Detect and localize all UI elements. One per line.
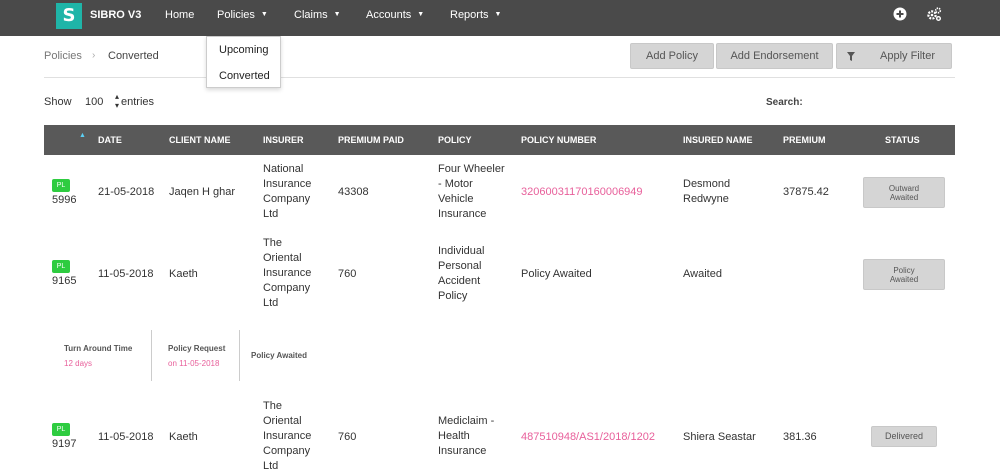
row-policy: Four Wheeler - Motor Vehicle Insurance [438, 163, 505, 220]
row-policy: Individual Personal Accident Policy [438, 245, 485, 302]
policy-awaited-step: Policy Awaited [251, 351, 308, 360]
row-policy-number-link[interactable]: 487510948/AS1/2018/1202 [521, 430, 655, 445]
apply-filter-button[interactable]: Apply Filter [836, 43, 952, 69]
settings-gears-icon[interactable] [926, 6, 942, 22]
top-navbar: S SIBRO V3 Home Policies ▼ Claims ▼ Accoun… [0, 0, 1000, 36]
col-insurer[interactable]: INSURER [263, 135, 304, 145]
pl-badge: PL [52, 423, 70, 436]
nav-accounts-label: Accounts [366, 9, 412, 21]
entries-select[interactable]: 100 [85, 96, 103, 108]
row-insured-name: Shiera Seastar [683, 431, 756, 443]
timeline-divider [239, 330, 240, 381]
nav-claims[interactable]: Claims ▼ [294, 9, 341, 21]
breadcrumb-policies[interactable]: Policies [44, 50, 82, 62]
status-line: Outward [888, 183, 920, 193]
nav-home-label: Home [165, 9, 195, 21]
status-button-outward-awaited[interactable]: Outward Awaited [863, 177, 945, 208]
row-premium-paid: 760 [338, 431, 357, 443]
entries-label: entries [121, 96, 155, 108]
nav-accounts[interactable]: Accounts ▼ [366, 9, 424, 21]
pl-badge: PL [52, 179, 70, 192]
row-id: 5996 [52, 194, 77, 206]
nav-policies-label: Policies [217, 9, 255, 21]
show-label: Show [44, 96, 72, 108]
row-client-name: Kaeth [169, 268, 198, 280]
row-date: 21-05-2018 [98, 186, 155, 198]
col-date[interactable]: DATE [98, 135, 122, 145]
policy-request-date: on 11-05-2018 [168, 359, 220, 368]
caret-down-icon: ▼ [260, 11, 268, 18]
row-policy-number-link[interactable]: 32060031170160006949 [521, 185, 643, 200]
nav-reports[interactable]: Reports ▼ [450, 9, 501, 21]
row-insurer: The Oriental Insurance Company Ltd [263, 237, 312, 309]
row-id: 9197 [52, 438, 77, 450]
apply-filter-label: Apply Filter [880, 50, 936, 62]
status-line: Awaited [889, 274, 919, 284]
col-client-name[interactable]: CLIENT NAME [169, 135, 231, 145]
status-button-policy-awaited[interactable]: Policy Awaited [863, 259, 945, 290]
turnaround-value: 12 days [64, 359, 93, 368]
breadcrumb-current: Converted [108, 50, 159, 62]
col-policy-number[interactable]: POLICY NUMBER [521, 135, 596, 145]
row-premium-paid: 43308 [338, 186, 369, 198]
nav-policies[interactable]: Policies ▼ [217, 9, 268, 21]
sort-asc-icon[interactable]: ▲ [79, 132, 86, 139]
col-insured-name[interactable]: INSURED NAME [683, 135, 753, 145]
turnaround-title: Turn Around Time [64, 344, 133, 353]
timeline-divider [151, 330, 152, 381]
col-policy[interactable]: POLICY [438, 135, 472, 145]
nav-reports-label: Reports [450, 9, 489, 21]
row-premium: 37875.42 [783, 186, 829, 198]
header-divider [44, 77, 955, 78]
row-premium: 381.36 [783, 431, 817, 443]
brand-name[interactable]: SIBRO V3 [90, 9, 141, 21]
entries-select-caret-icon[interactable]: ▴ ▾ [115, 92, 119, 110]
row-date: 11-05-2018 [98, 268, 154, 280]
caret-down-icon: ▼ [333, 11, 341, 18]
pl-badge: PL [52, 260, 70, 273]
col-status[interactable]: STATUS [885, 135, 920, 145]
dropdown-item-upcoming[interactable]: Upcoming [219, 44, 269, 56]
nav-claims-label: Claims [294, 9, 328, 21]
row-date: 11-05-2018 [98, 431, 154, 443]
status-line: Awaited [889, 192, 919, 202]
filter-icon [847, 52, 855, 61]
row-policy: Mediclaim - Health Insurance [438, 415, 495, 457]
caret-down-icon: ▼ [494, 11, 502, 18]
row-client-name: Jaqen H ghar [169, 186, 236, 198]
table-header: ▲ DATE CLIENT NAME INSURER PREMIUM PAID … [44, 125, 955, 155]
add-circle-icon[interactable] [892, 6, 908, 22]
row-insurer: National Insurance Company Ltd [263, 163, 312, 220]
row-policy-number: Policy Awaited [521, 268, 592, 280]
row-premium-paid: 760 [338, 268, 357, 280]
row-insured-name: Awaited [683, 268, 722, 280]
nav-home[interactable]: Home [165, 9, 194, 21]
sibro-logo[interactable]: S [56, 3, 82, 29]
row-client-name: Kaeth [169, 431, 198, 443]
policies-dropdown-menu: Upcoming Converted [206, 36, 281, 88]
row-insurer: The Oriental Insurance Company Ltd [263, 400, 312, 472]
search-label: Search: [766, 97, 803, 108]
status-line: Delivered [884, 431, 924, 441]
breadcrumb-separator: › [92, 50, 96, 61]
row-id: 9165 [52, 275, 77, 287]
caret-down-icon: ▼ [417, 11, 425, 18]
col-premium-paid[interactable]: PREMIUM PAID [338, 135, 404, 145]
add-endorsement-button[interactable]: Add Endorsement [716, 43, 833, 69]
status-line: Policy [893, 265, 915, 275]
status-button-delivered[interactable]: Delivered [871, 426, 937, 447]
dropdown-item-converted[interactable]: Converted [219, 70, 270, 82]
policy-request-title: Policy Request [168, 344, 226, 353]
row-insured-name: Desmond Redwyne [683, 178, 731, 205]
col-premium[interactable]: PREMIUM [783, 135, 826, 145]
add-policy-button[interactable]: Add Policy [630, 43, 714, 69]
